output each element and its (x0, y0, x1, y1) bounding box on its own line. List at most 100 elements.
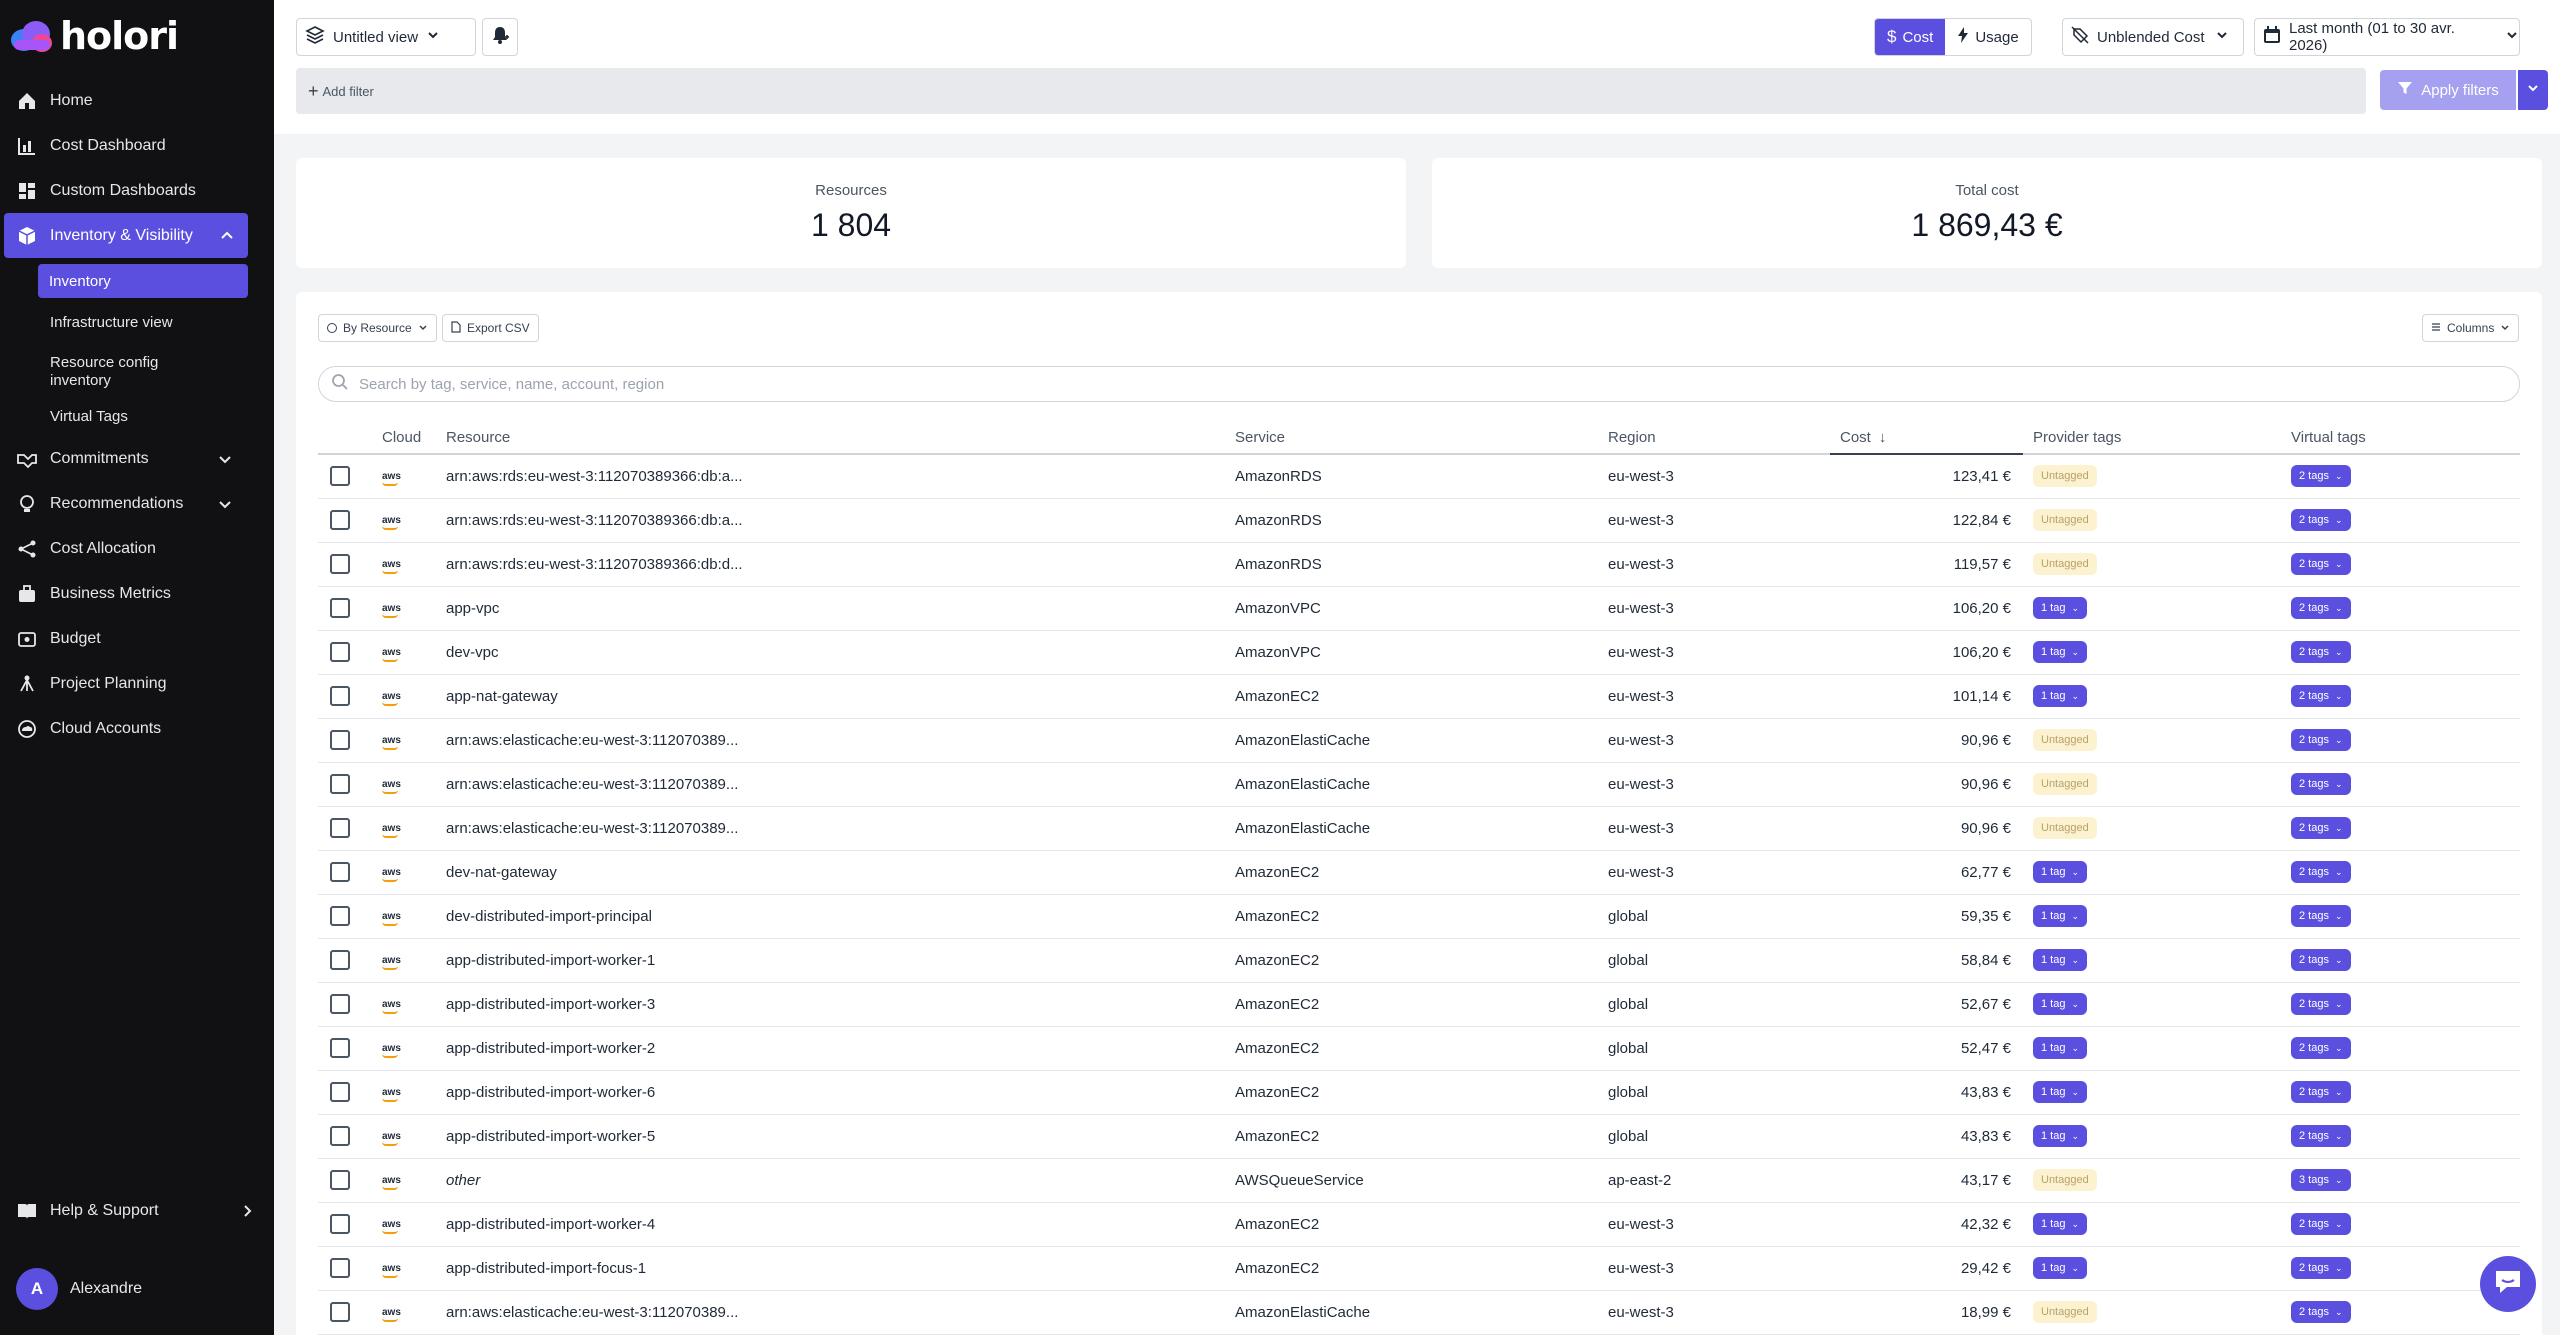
row-checkbox[interactable] (330, 1038, 350, 1058)
header-region[interactable]: Region (1608, 422, 1830, 455)
provider-tag-badge[interactable]: Untagged (2033, 817, 2097, 839)
sidebar-item-cost-dashboard[interactable]: Cost Dashboard (0, 123, 274, 168)
sidebar-item-custom-dashboards[interactable]: Custom Dashboards (0, 168, 274, 213)
sidebar-item-project-planning[interactable]: Project Planning (0, 661, 274, 706)
table-row[interactable]: aws arn:aws:elasticache:eu-west-3:1120703… (318, 718, 2520, 763)
resource-cell[interactable]: app-vpc (446, 586, 1235, 631)
table-row[interactable]: aws app-distributed-import-worker-2 Amazon… (318, 1026, 2520, 1071)
table-row[interactable]: aws app-vpc AmazonVPC eu-west-3 106,20 € 1 ta… (318, 586, 2520, 631)
provider-tag-badge[interactable]: Untagged (2033, 509, 2097, 531)
row-checkbox[interactable] (330, 730, 350, 750)
virtual-tag-badge[interactable]: 2 tags ⌄ (2291, 1081, 2351, 1103)
virtual-tag-badge[interactable]: 2 tags ⌄ (2291, 773, 2351, 795)
virtual-tag-badge[interactable]: 2 tags ⌄ (2291, 1125, 2351, 1147)
row-checkbox[interactable] (330, 1214, 350, 1234)
provider-tag-badge[interactable]: 1 tag ⌄ (2033, 597, 2088, 619)
row-checkbox[interactable] (330, 774, 350, 794)
sidebar-subitem-inventory[interactable]: Inventory (38, 264, 248, 298)
table-row[interactable]: aws app-distributed-import-worker-3 Amazon… (318, 982, 2520, 1027)
date-range-selector[interactable]: Last month (01 to 30 avr. 2026) (2254, 18, 2520, 56)
usage-tab[interactable]: Usage (1945, 19, 2030, 55)
resource-cell[interactable]: arn:aws:elasticache:eu-west-3:112070389.… (446, 806, 1235, 851)
header-resource[interactable]: Resource (446, 422, 1235, 455)
provider-tag-badge[interactable]: 1 tag ⌄ (2033, 905, 2088, 927)
resource-cell[interactable]: app-distributed-import-worker-3 (446, 982, 1235, 1027)
virtual-tag-badge[interactable]: 2 tags ⌄ (2291, 553, 2351, 575)
virtual-tag-badge[interactable]: 2 tags ⌄ (2291, 465, 2351, 488)
provider-tag-badge[interactable]: 1 tag ⌄ (2033, 641, 2088, 663)
table-row[interactable]: aws app-distributed-import-worker-4 Amazon… (318, 1202, 2520, 1247)
header-cost[interactable]: Cost ↓ (1830, 422, 2023, 455)
row-checkbox[interactable] (330, 686, 350, 706)
virtual-tag-badge[interactable]: 2 tags ⌄ (2291, 861, 2351, 883)
table-row[interactable]: aws app-distributed-import-worker-6 Amazon… (318, 1070, 2520, 1115)
virtual-tag-badge[interactable]: 2 tags ⌄ (2291, 949, 2351, 971)
resource-cell[interactable]: dev-distributed-import-principal (446, 894, 1235, 939)
provider-tag-badge[interactable]: 1 tag ⌄ (2033, 1081, 2088, 1103)
apply-filters-dropdown[interactable] (2518, 70, 2548, 110)
provider-tag-badge[interactable]: 1 tag ⌄ (2033, 1257, 2088, 1279)
sidebar-item-cost-allocation[interactable]: Cost Allocation (0, 526, 274, 571)
resource-cell[interactable]: arn:aws:rds:eu-west-3:112070389366:db:a.… (446, 454, 1235, 499)
table-row[interactable]: aws arn:aws:rds:eu-west-3:112070389366:db… (318, 542, 2520, 587)
row-checkbox[interactable] (330, 466, 350, 487)
columns-button[interactable]: Columns (2422, 314, 2520, 342)
chat-support-button[interactable] (2480, 1256, 2536, 1312)
export-csv-button[interactable]: Export CSV (442, 314, 539, 342)
provider-tag-badge[interactable]: Untagged (2033, 553, 2097, 575)
provider-tag-badge[interactable]: 1 tag ⌄ (2033, 1125, 2088, 1147)
virtual-tag-badge[interactable]: 2 tags ⌄ (2291, 1257, 2351, 1279)
header-cloud[interactable]: Cloud (382, 422, 446, 455)
table-row[interactable]: aws other AWSQueueService ap-east-2 43,17 € U… (318, 1158, 2520, 1203)
provider-tag-badge[interactable]: Untagged (2033, 1169, 2097, 1191)
virtual-tag-badge[interactable]: 2 tags ⌄ (2291, 1301, 2351, 1323)
table-row[interactable]: aws app-distributed-import-focus-1 AmazonE… (318, 1246, 2520, 1291)
virtual-tag-badge[interactable]: 2 tags ⌄ (2291, 509, 2351, 531)
virtual-tag-badge[interactable]: 2 tags ⌄ (2291, 685, 2351, 707)
provider-tag-badge[interactable]: Untagged (2033, 773, 2097, 795)
sidebar-item-budget[interactable]: Budget (0, 616, 274, 661)
cost-type-selector[interactable]: Unblended Cost (2062, 18, 2244, 56)
alert-button[interactable] (482, 18, 518, 56)
provider-tag-badge[interactable]: Untagged (2033, 465, 2097, 488)
provider-tag-badge[interactable]: Untagged (2033, 1301, 2097, 1323)
table-row[interactable]: aws app-distributed-import-worker-5 Amazon… (318, 1114, 2520, 1159)
table-row[interactable]: aws arn:aws:elasticache:eu-west-3:1120703… (318, 1290, 2520, 1335)
resource-cell[interactable]: dev-vpc (446, 630, 1235, 675)
virtual-tag-badge[interactable]: 2 tags ⌄ (2291, 905, 2351, 927)
header-service[interactable]: Service (1235, 422, 1608, 455)
resource-cell[interactable]: arn:aws:elasticache:eu-west-3:112070389.… (446, 762, 1235, 807)
row-checkbox[interactable] (330, 994, 350, 1014)
row-checkbox[interactable] (330, 642, 350, 662)
filter-bar[interactable]: + Add filter (296, 68, 2366, 114)
header-provider-tags[interactable]: Provider tags (2023, 422, 2291, 455)
table-row[interactable]: aws dev-vpc AmazonVPC eu-west-3 106,20 € 1 ta… (318, 630, 2520, 675)
sidebar-item-inventory-visibility[interactable]: Inventory & Visibility (4, 213, 248, 258)
view-selector[interactable]: Untitled view (296, 18, 476, 56)
user-menu[interactable]: A Alexandre (16, 1268, 142, 1310)
resource-cell[interactable]: other (446, 1158, 1235, 1203)
virtual-tag-badge[interactable]: 2 tags ⌄ (2291, 1213, 2351, 1235)
provider-tag-badge[interactable]: 1 tag ⌄ (2033, 861, 2088, 883)
sidebar-item-business-metrics[interactable]: Business Metrics (0, 571, 274, 616)
sidebar-item-recommendations[interactable]: Recommendations (0, 481, 274, 526)
apply-filters-button[interactable]: Apply filters (2380, 70, 2516, 110)
row-checkbox[interactable] (330, 510, 350, 530)
sidebar-subitem-infrastructure-view[interactable]: Infrastructure view (0, 314, 274, 336)
group-by-selector[interactable]: By Resource (318, 314, 437, 342)
sidebar-subitem-virtual-tags[interactable]: Virtual Tags (0, 408, 274, 430)
resource-cell[interactable]: dev-nat-gateway (446, 850, 1235, 895)
virtual-tag-badge[interactable]: 3 tags ⌄ (2291, 1169, 2351, 1191)
chevron-up-icon[interactable] (218, 227, 236, 245)
row-checkbox[interactable] (330, 906, 350, 926)
virtual-tag-badge[interactable]: 2 tags ⌄ (2291, 1037, 2351, 1059)
resource-cell[interactable]: app-distributed-import-focus-1 (446, 1246, 1235, 1291)
resource-cell[interactable]: app-distributed-import-worker-5 (446, 1114, 1235, 1159)
row-checkbox[interactable] (330, 1082, 350, 1102)
virtual-tag-badge[interactable]: 2 tags ⌄ (2291, 641, 2351, 663)
chevron-down-icon[interactable] (216, 495, 234, 513)
resource-cell[interactable]: app-distributed-import-worker-2 (446, 1026, 1235, 1071)
row-checkbox[interactable] (330, 1258, 350, 1278)
row-checkbox[interactable] (330, 554, 350, 574)
holori-logo[interactable]: holori (8, 14, 179, 58)
